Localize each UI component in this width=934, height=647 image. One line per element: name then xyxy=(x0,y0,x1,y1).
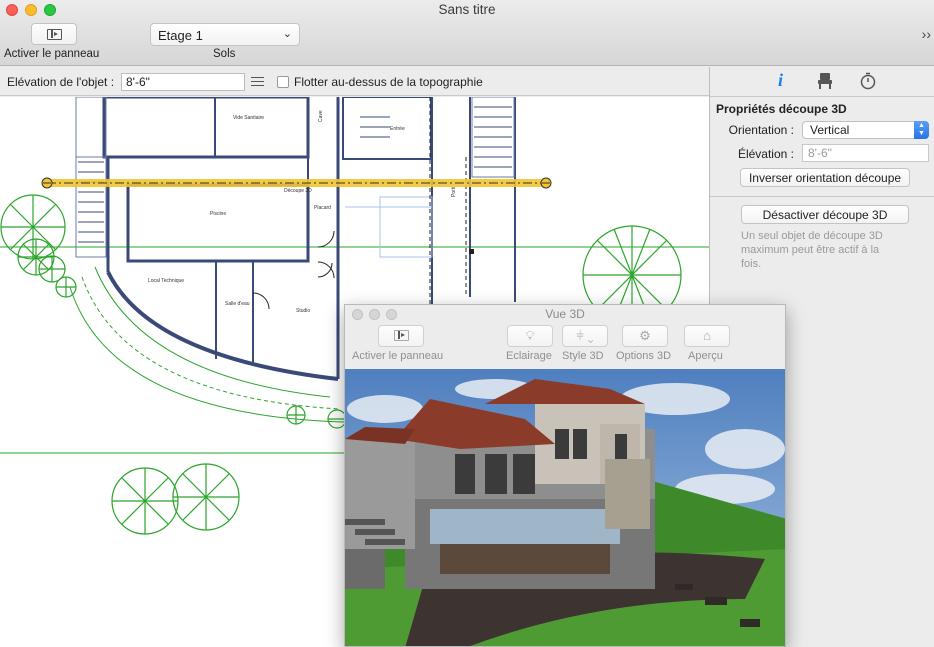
inspector-heading: Propriétés découpe 3D xyxy=(716,102,847,116)
toggle-panel-label: Activer le panneau xyxy=(4,48,100,60)
window-toolbar: Sans titre Activer le panneau Etage 1 ⌄ … xyxy=(0,0,934,66)
style3d-button[interactable]: ⫩ ⌄ xyxy=(562,325,608,347)
3d-render-viewport[interactable] xyxy=(345,369,785,646)
deactivate-cut-button[interactable]: Désactiver découpe 3D xyxy=(741,205,909,224)
stepper-arrows-icon: ▲ ▼ xyxy=(914,121,929,139)
list-icon[interactable] xyxy=(251,77,264,86)
room-label-cave: Cave xyxy=(318,110,324,122)
orientation-label: Orientation : xyxy=(728,123,794,137)
preview-button[interactable]: ⌂ xyxy=(684,325,730,347)
orientation-select[interactable]: Vertical ▲ ▼ xyxy=(802,121,929,139)
inspector-elevation-label: Élévation : xyxy=(737,147,794,161)
room-label-vide-sanitaire: Vide Sanitaire xyxy=(233,115,264,121)
floor-select-value: Etage 1 xyxy=(158,28,203,43)
lighting-button[interactable]: 💡︎ xyxy=(507,325,553,347)
view3d-panel-label: Activer le panneau xyxy=(352,350,444,362)
elevation-label: Elévation de l'objet : xyxy=(7,75,115,89)
room-label-porti: Porti xyxy=(451,187,457,197)
chair-icon[interactable] xyxy=(817,72,833,90)
room-label-studio: Studio xyxy=(296,308,310,314)
float-topography-label: Flotter au-dessus de la topographie xyxy=(294,75,483,89)
preview-label: Aperçu xyxy=(688,350,723,362)
cut-info-note: Un seul objet de découpe 3D maximum peut… xyxy=(741,230,883,270)
object-options-bar: Elévation de l'objet : 8'-6" Flotter au-… xyxy=(0,67,710,96)
room-label-entree: Entrée xyxy=(390,126,405,132)
brush-icon: ⫩ ⌄ xyxy=(576,328,594,343)
elevation-field[interactable]: 8'-6" xyxy=(121,73,245,91)
options3d-label: Options 3D xyxy=(616,350,672,362)
tree-symbol xyxy=(0,194,66,260)
panel-icon xyxy=(394,330,409,341)
floor-select[interactable]: Etage 1 ⌄ xyxy=(150,23,300,46)
room-label-salle-eau: Salle d'eau xyxy=(225,301,250,307)
window-title: Sans titre xyxy=(438,2,496,17)
3d-house-render xyxy=(345,369,785,646)
invert-orientation-button[interactable]: Inverser orientation découpe xyxy=(740,168,910,187)
bulb-icon: 💡︎ xyxy=(525,328,535,343)
room-label-local-technique: Local Technique xyxy=(148,278,184,284)
view3d-title: Vue 3D xyxy=(545,307,585,321)
style3d-label: Style 3D xyxy=(562,350,604,362)
view3d-panel-button[interactable] xyxy=(378,325,424,347)
room-label-placard: Placard xyxy=(314,205,331,211)
lighting-label: Eclairage xyxy=(506,350,552,362)
house-icon: ⌂ xyxy=(703,328,711,343)
inspector-tabs: i xyxy=(710,67,934,97)
float-topography-checkbox[interactable] xyxy=(277,76,289,88)
floor-select-label: Sols xyxy=(213,48,236,60)
inspector-elevation-field[interactable]: 8'-6" xyxy=(802,144,929,162)
orientation-value: Vertical xyxy=(810,123,850,137)
timer-icon[interactable] xyxy=(860,72,876,90)
toolbar-overflow-icon[interactable]: ›› xyxy=(922,26,931,42)
chevron-down-icon: ⌄ xyxy=(282,28,292,40)
options3d-button[interactable]: ⚙ xyxy=(622,325,668,347)
cut-line-label: Découpe 3D xyxy=(284,188,312,194)
gear-icon: ⚙ xyxy=(639,328,651,343)
inspector-divider xyxy=(710,196,934,197)
info-icon[interactable]: i xyxy=(778,70,783,91)
room-label-piscine: Piscine xyxy=(210,211,226,217)
toggle-panel-button[interactable] xyxy=(31,23,77,45)
view3d-window: Vue 3D Activer le panneau 💡︎ Eclairage ⫩… xyxy=(344,304,786,647)
sidebar-toggle-icon xyxy=(47,29,62,40)
